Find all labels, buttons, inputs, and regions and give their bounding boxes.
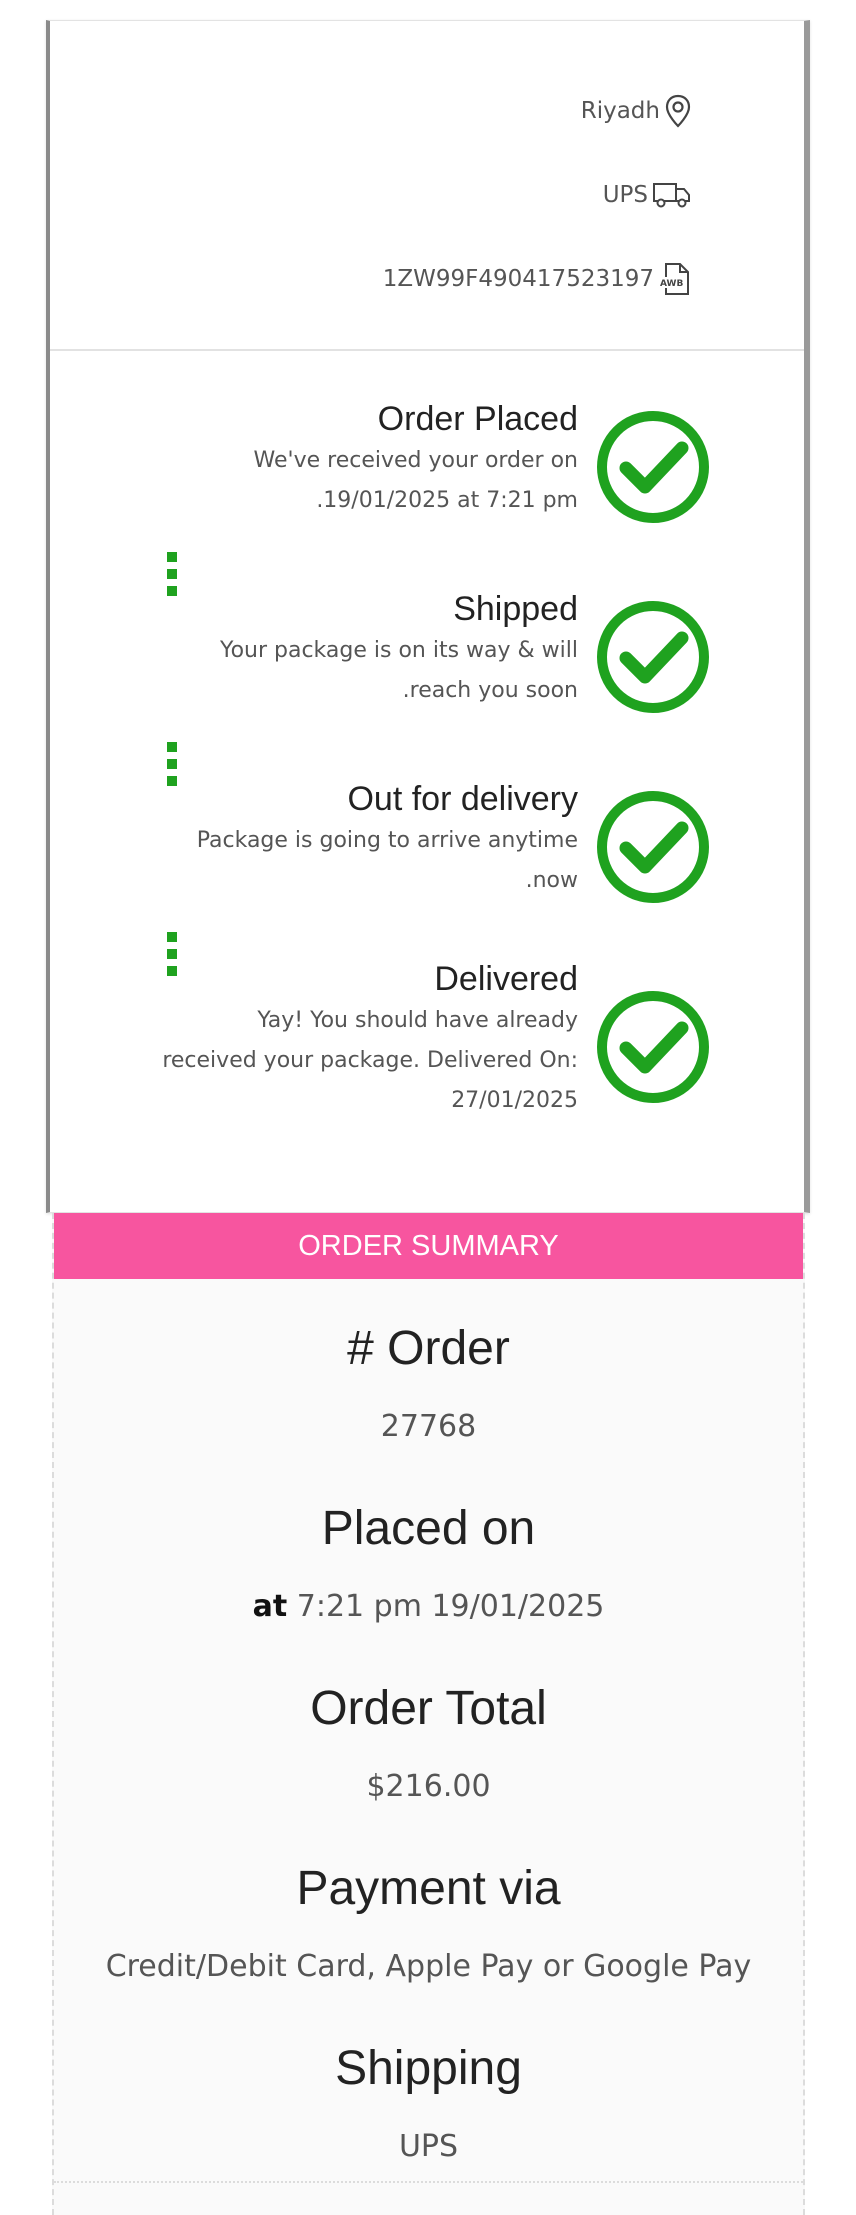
payment-value: Credit/Debit Card, Apple Pay or Google P… (105, 1949, 752, 1984)
step-shipped: Shipped Your package is on its way & wil… (58, 589, 578, 711)
step-desc-line: received your package. Delivered On: (162, 1048, 578, 1073)
step-desc: We've received your order on .19/01/2025… (58, 441, 578, 521)
order-number-label: # Order (347, 1322, 510, 1375)
check-circle-icon (597, 791, 709, 903)
card-divider (50, 349, 804, 351)
order-total-label: Order Total (310, 1682, 547, 1735)
summary-divider (54, 2181, 803, 2183)
check-circle-icon (597, 991, 709, 1103)
tracking-number-row: 1ZW99F490417523197 AWB (383, 259, 692, 299)
step-out-for-delivery: Out for delivery Package is going to arr… (58, 779, 578, 901)
step-desc-line: .19/01/2025 at 7:21 pm (316, 488, 578, 513)
payment-label: Payment via (296, 1862, 561, 1915)
placed-on-value: at 7:21 pm 19/01/2025 (54, 1589, 803, 1624)
step-title: Out for delivery (347, 780, 578, 818)
step-desc-line: 27/01/2025 (451, 1088, 578, 1113)
awb-document-icon: AWB (659, 263, 689, 295)
step-delivered: Delivered Yay! You should have already r… (58, 959, 578, 1121)
svg-text:AWB: AWB (660, 279, 683, 289)
step-order-placed: Order Placed We've received your order o… (58, 399, 578, 521)
check-circle-icon (597, 411, 709, 523)
step-desc-line: Yay! You should have already (257, 1008, 578, 1033)
step-title: Order Placed (377, 400, 578, 438)
step-desc-line: We've received your order on (253, 448, 578, 473)
truck-icon (653, 183, 690, 208)
step-desc: Package is going to arrive anytime .now (58, 821, 578, 901)
step-desc-line: .reach you soon (402, 678, 578, 703)
placed-datetime: 7:21 pm 19/01/2025 (296, 1589, 605, 1624)
step-title: Delivered (434, 960, 578, 998)
city-row: Riyadh (581, 91, 692, 131)
order-number-value: 27768 (380, 1409, 477, 1444)
tracking-card: Riyadh UPS 1ZW99F490417523197 AWB Order … (46, 20, 810, 1213)
step-desc-line: Package is going to arrive anytime (196, 828, 578, 853)
shipping-value: UPS (398, 2129, 459, 2164)
order-summary-header: ORDER SUMMARY (54, 1213, 803, 1279)
placed-on-label: Placed on (321, 1502, 536, 1555)
step-desc-line: Your package is on its way & will (220, 638, 578, 663)
step-title: Shipped (453, 590, 578, 628)
placed-at-word: at (252, 1589, 288, 1624)
map-pin-icon (665, 94, 691, 128)
carrier-text: UPS (602, 182, 648, 208)
check-circle-icon (597, 601, 709, 713)
step-desc-line: .now (525, 868, 578, 893)
order-total-value: $216.00 (366, 1769, 491, 1804)
shipping-label: Shipping (335, 2042, 522, 2095)
tracking-number-text: 1ZW99F490417523197 (382, 266, 654, 292)
step-desc: Yay! You should have already received yo… (58, 1001, 578, 1121)
city-text: Riyadh (580, 98, 660, 124)
step-desc: Your package is on its way & will .reach… (58, 631, 578, 711)
order-summary-panel: ORDER SUMMARY # Order 27768 Placed on at… (52, 1213, 805, 2215)
carrier-row: UPS (603, 175, 692, 215)
